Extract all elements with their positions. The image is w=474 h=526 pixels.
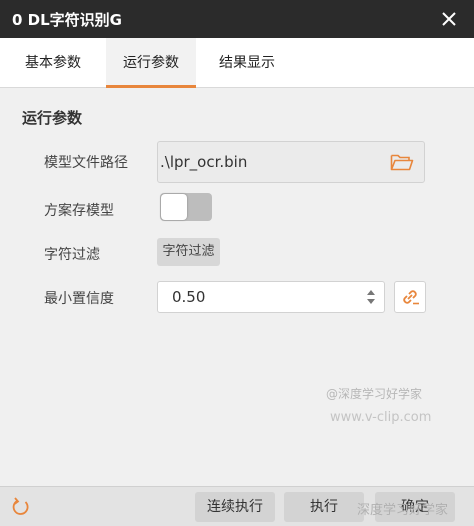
toggle-knob bbox=[161, 194, 187, 220]
char-filter-button[interactable]: 字符过滤 bbox=[157, 238, 220, 266]
reset-button[interactable] bbox=[9, 495, 33, 519]
confidence-spinner[interactable] bbox=[366, 287, 376, 307]
link-icon bbox=[403, 290, 419, 305]
run-button[interactable]: 执行 bbox=[284, 492, 364, 522]
title-bar: 0 DL字符识别G bbox=[0, 0, 474, 38]
spin-arrows-icon bbox=[367, 290, 375, 304]
watermark-footer: 深度学习好学家 bbox=[357, 503, 449, 518]
section-title: 运行参数 bbox=[22, 109, 83, 127]
close-icon bbox=[442, 12, 456, 26]
min-confidence-input[interactable]: 0.50 bbox=[157, 281, 385, 313]
tab-bar: 基本参数 运行参数 结果显示 bbox=[0, 38, 474, 88]
folder-open-icon bbox=[390, 154, 414, 171]
model-path-input[interactable]: .\lpr_ocr.bin bbox=[157, 141, 425, 183]
continuous-run-button[interactable]: 连续执行 bbox=[195, 492, 275, 522]
tab-run-params[interactable]: 运行参数 bbox=[106, 38, 196, 88]
footer-bar: 连续执行 执行 确定 深度学习好学家 bbox=[0, 486, 474, 526]
model-path-value: .\lpr_ocr.bin bbox=[160, 153, 248, 171]
min-confidence-value: 0.50 bbox=[172, 288, 206, 306]
char-filter-label: 字符过滤 bbox=[44, 247, 100, 263]
watermark-handle: @深度学习好学家 bbox=[326, 387, 423, 401]
model-path-label: 模型文件路径 bbox=[44, 155, 128, 171]
watermark-url: www.v-clip.com bbox=[330, 410, 432, 425]
link-button[interactable] bbox=[394, 281, 426, 313]
tab-result-display[interactable]: 结果显示 bbox=[204, 38, 290, 88]
window-title: 0 DL字符识别G bbox=[12, 10, 122, 29]
close-button[interactable] bbox=[438, 8, 460, 30]
tab-basic-params[interactable]: 基本参数 bbox=[10, 38, 96, 88]
browse-folder-button[interactable] bbox=[390, 152, 414, 172]
save-model-label: 方案存模型 bbox=[44, 203, 114, 219]
min-confidence-label: 最小置信度 bbox=[44, 291, 114, 307]
save-model-toggle[interactable] bbox=[160, 193, 212, 221]
refresh-icon bbox=[12, 497, 29, 515]
